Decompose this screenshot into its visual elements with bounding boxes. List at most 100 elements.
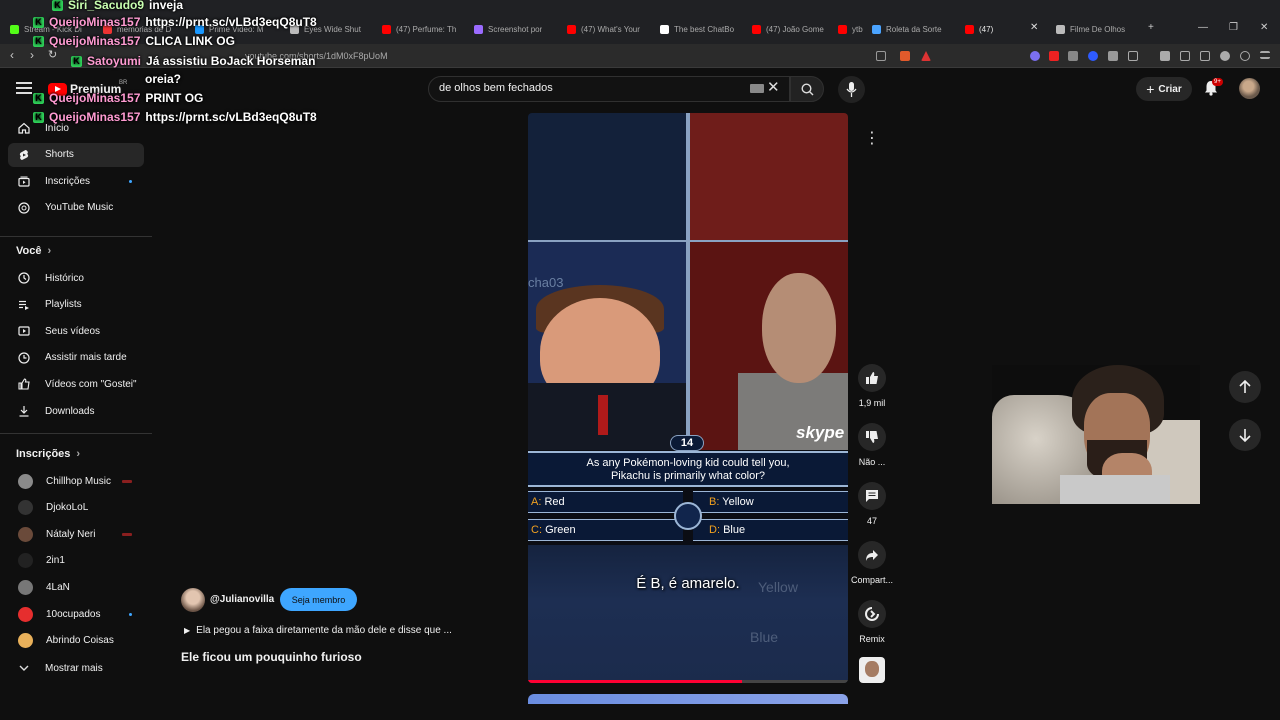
chat-username: Satoyumi — [87, 54, 142, 68]
next-short-button[interactable] — [1229, 419, 1261, 451]
answer-letter: D: — [709, 524, 720, 536]
browser-tab[interactable]: The best ChatBo — [660, 22, 734, 36]
restore-button[interactable]: ❐ — [1229, 22, 1238, 33]
new-tab-button[interactable]: + — [1148, 22, 1154, 33]
previous-short-button[interactable] — [1229, 371, 1261, 403]
reload-icon[interactable]: ↻ — [48, 48, 57, 61]
subscription-channel[interactable]: 2in1 — [8, 549, 144, 573]
extension-icon[interactable] — [1068, 51, 1078, 61]
video-panel — [690, 113, 848, 240]
create-button[interactable]: + Criar — [1136, 77, 1192, 101]
channel-avatar[interactable] — [181, 588, 205, 612]
show-more-button[interactable]: Mostrar mais — [8, 656, 144, 680]
comments-button[interactable] — [858, 482, 886, 510]
vpn-icon[interactable] — [1240, 51, 1250, 61]
extension-icon[interactable] — [1088, 51, 1098, 61]
channel-handle[interactable]: @Julianovilla — [210, 594, 274, 605]
extension-icon[interactable] — [1030, 51, 1040, 61]
chat-username: QueijoMinas157 — [49, 110, 141, 124]
sidebar-icon[interactable] — [1180, 51, 1190, 61]
skype-logo: skype — [796, 423, 845, 442]
subscription-channel[interactable]: 4LaN — [8, 575, 144, 599]
browser-tab[interactable]: ytb — [838, 22, 863, 36]
sidebar-item-hist-rico[interactable]: Histórico — [8, 266, 144, 290]
puzzle-icon[interactable] — [1108, 51, 1118, 61]
sidebar-item-label: Seus vídeos — [45, 325, 101, 337]
wallet-icon[interactable] — [1200, 51, 1210, 61]
plus-icon: + — [1146, 81, 1155, 97]
browser-tab[interactable]: Screenshot por — [474, 22, 542, 36]
tab-search-icon[interactable] — [1128, 51, 1138, 61]
tab-favicon-icon — [965, 24, 974, 34]
active-tab-close-icon[interactable]: ✕ — [1030, 22, 1038, 33]
subscription-channel[interactable]: 10ocupados — [8, 602, 144, 626]
channel-name: 4LaN — [46, 581, 70, 593]
browser-tab[interactable]: Filme De Olhos — [1056, 22, 1125, 36]
browser-tab[interactable]: (47) Perfume: Th — [382, 22, 456, 36]
next-short-preview[interactable] — [528, 694, 848, 704]
menu-icon[interactable] — [1260, 51, 1270, 59]
short-video-player[interactable]: cha03 skype 14 As any Pokémon-loving kid… — [528, 113, 848, 683]
sidebar-item-playlists[interactable]: Playlists — [8, 293, 144, 317]
video-progress-bar[interactable] — [528, 680, 848, 683]
chat-text: https://prnt.sc/vLBd3eqQ8uT8 — [145, 110, 317, 124]
extension-icon[interactable] — [1049, 51, 1059, 61]
audio-source-thumbnail[interactable] — [859, 657, 885, 683]
join-button[interactable]: Seja membro — [280, 588, 357, 611]
sidebar-item-v-deos-com-gostei[interactable]: Vídeos com "Gostei" — [8, 372, 144, 396]
leo-icon[interactable] — [1220, 51, 1230, 61]
minimize-button[interactable]: — — [1198, 22, 1208, 33]
share-button[interactable] — [858, 541, 886, 569]
subscription-channel[interactable]: Abrindo Coisas — [8, 629, 144, 653]
subscription-channel[interactable]: Nátaly Neri — [8, 522, 144, 546]
sidebar-item-downloads[interactable]: Downloads — [8, 399, 144, 423]
voice-search-button[interactable] — [838, 76, 865, 103]
subscriptions-section-link[interactable]: Inscrições › — [16, 448, 80, 460]
chat-username: QueijoMinas157 — [49, 15, 141, 29]
channel-avatar — [18, 579, 33, 595]
tab-favicon-icon — [838, 24, 847, 34]
quiz-question: As any Pokémon-loving kid could tell you… — [528, 451, 848, 487]
clear-search-icon[interactable]: ✕ — [767, 78, 780, 96]
more-options-icon[interactable]: ⋮ — [864, 126, 880, 152]
search-query[interactable]: de olhos bem fechados — [439, 82, 553, 94]
install-icon[interactable] — [876, 51, 886, 61]
channel-avatar — [18, 526, 33, 542]
millionaire-logo-icon — [674, 502, 702, 530]
sidebar-item-shorts[interactable]: Shorts — [8, 142, 144, 167]
answer-letter: B: — [709, 496, 720, 508]
home-icon — [18, 122, 30, 134]
media-icon[interactable] — [1160, 51, 1170, 61]
subscription-channel[interactable]: Chillhop Music — [8, 469, 144, 493]
hamburger-menu-icon[interactable] — [16, 82, 32, 94]
sidebar-item-inscri-es[interactable]: Inscrições — [8, 169, 144, 193]
chat-message: oreia? — [145, 72, 181, 86]
close-window-button[interactable]: ✕ — [1260, 22, 1268, 33]
browser-tab[interactable]: (47) What's Your — [567, 22, 640, 36]
back-icon[interactable]: ‹ — [10, 48, 14, 62]
tab-favicon-icon — [660, 24, 669, 34]
sidebar-item-youtube-music[interactable]: YouTube Music — [8, 196, 144, 220]
video-description[interactable]: ▶ Ela pegou a faixa diretamente da mão d… — [184, 625, 452, 636]
arrow-down-icon — [1239, 429, 1251, 442]
sidebar-item-seus-v-deos[interactable]: Seus vídeos — [8, 319, 144, 343]
browser-tab[interactable]: Roleta da Sorte — [872, 22, 942, 36]
sidebar-item-assistir-mais-tarde[interactable]: Assistir mais tarde — [8, 346, 144, 370]
account-avatar[interactable] — [1239, 78, 1260, 99]
kick-badge-icon: K — [52, 0, 63, 11]
subscription-channel[interactable]: DjokoLoL — [8, 496, 144, 520]
browser-tab[interactable]: (47) — [965, 22, 993, 36]
subscriptions-heading: Inscrições — [16, 448, 71, 460]
browser-tab[interactable]: (47) João Gome — [752, 22, 824, 36]
chat-text: CLICA LINK OG — [145, 34, 235, 48]
forward-icon[interactable]: › — [30, 48, 34, 62]
dislike-button[interactable] — [858, 423, 886, 451]
channel-avatar — [18, 553, 33, 569]
you-section-link[interactable]: Você › — [16, 245, 51, 257]
brave-shield-icon[interactable] — [900, 51, 910, 61]
search-button[interactable] — [790, 76, 824, 102]
like-button[interactable] — [858, 364, 886, 392]
host-figure — [598, 395, 608, 435]
remix-button[interactable] — [858, 600, 886, 628]
keyboard-icon[interactable] — [750, 84, 764, 93]
